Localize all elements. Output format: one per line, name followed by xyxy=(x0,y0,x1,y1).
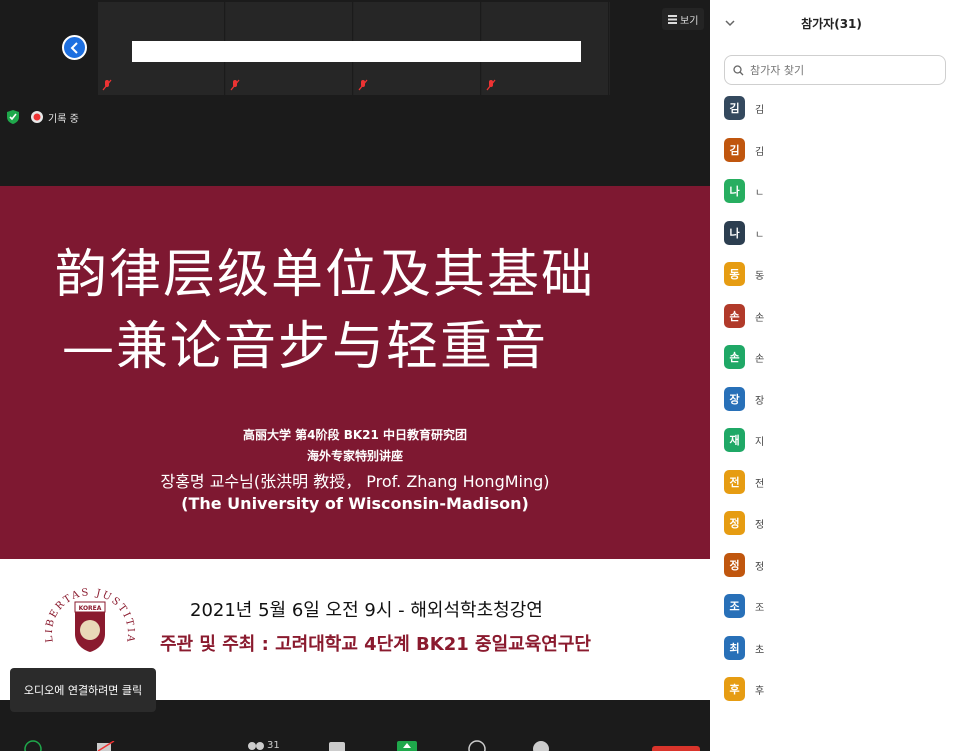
participant-row[interactable]: 나ㄴ xyxy=(724,179,764,221)
shared-slide: 韵律层级单位及其基础 —兼论音步与轻重音 高丽大学 第4阶段 BK21 中日教育… xyxy=(0,186,710,700)
svg-text:KOREA: KOREA xyxy=(79,605,102,612)
participant-name: 후 xyxy=(755,686,765,697)
status-bar: 기록 중 xyxy=(6,109,79,125)
mic-off-icon xyxy=(486,79,496,91)
search-icon xyxy=(733,64,744,75)
avatar: 정 xyxy=(724,511,745,535)
redacted-bar xyxy=(132,41,581,62)
recording-indicator[interactable]: 기록 중 xyxy=(30,110,79,125)
view-button[interactable]: 보기 xyxy=(662,8,705,30)
participant-row[interactable]: 나ㄴ xyxy=(724,220,765,263)
grid-view-icon xyxy=(668,14,677,24)
slide-subtitle1: 高丽大学 第4阶段 BK21 中日教育研究团 xyxy=(242,428,468,442)
meeting-main-area: 보기 기록 중 韵律层级单位及其基础 —兼论音步与轻重音 高丽大学 第4阶段 B… xyxy=(0,0,710,751)
participants-panel: 참가자(31) 김김김김나ㄴ나ㄴ동동손손손손장장재지전전정정정정조조최초후후 xyxy=(710,0,953,751)
slide-title-area: 韵律层级单位及其基础 —兼论音步与轻重音 高丽大学 第4阶段 BK21 中日教育… xyxy=(0,186,710,559)
participant-row[interactable]: 손손 xyxy=(724,303,765,346)
back-button[interactable] xyxy=(62,35,87,60)
slide-title-line2: —兼论音步与轻重音 xyxy=(61,317,548,377)
event-host: 주관 및 주최 : 고려대학교 4단계 BK21 중일교육연구단 xyxy=(160,630,591,656)
search-input[interactable] xyxy=(748,62,932,78)
slide-affiliation: (The University of Wisconsin-Madison) xyxy=(181,494,529,513)
participant-row[interactable]: 김김 xyxy=(724,96,764,138)
recording-label: 기록 중 xyxy=(48,113,79,125)
mic-off-icon xyxy=(102,79,112,91)
share-screen-icon[interactable] xyxy=(397,740,417,751)
participant-list: 김김김김나ㄴ나ㄴ동동손손손손장장재지전전정정정정조조최초후후 xyxy=(724,96,764,719)
host-name: 고려대학교 4단계 BK21 중일교육연구단 xyxy=(275,634,591,655)
participant-name: 장 xyxy=(755,395,765,407)
participant-name: 초 xyxy=(755,644,765,656)
audio-tooltip: 오디오에 연결하려면 클릭 xyxy=(10,668,156,712)
university-seal-logo: LIBERTAS JUSTITIA VERITAS KOREA xyxy=(45,572,134,652)
avatar: 재 xyxy=(724,428,745,452)
avatar: 김 xyxy=(724,96,745,120)
event-date: 2021년 5월 6일 오전 9시 - 해외석학초청강연 xyxy=(190,600,543,621)
avatar: 나 xyxy=(724,179,745,203)
participant-name: 손 xyxy=(755,312,765,324)
audio-icon[interactable] xyxy=(24,739,42,751)
panel-header: 참가자(31) xyxy=(710,0,953,45)
participant-row[interactable]: 조조 xyxy=(724,594,764,636)
participant-row[interactable]: 동동 xyxy=(724,262,764,304)
participant-name: ㄴ xyxy=(755,229,765,241)
chat-icon[interactable] xyxy=(329,741,345,751)
mic-off-icon xyxy=(358,79,368,91)
slide-title-line1: 韵律层级单位及其基础 xyxy=(54,245,595,305)
avatar: 정 xyxy=(724,552,745,577)
avatar: 조 xyxy=(724,594,745,618)
participant-row[interactable]: 후후 xyxy=(724,677,764,719)
participant-row[interactable]: 장장 xyxy=(724,386,765,429)
mic-off-icon xyxy=(230,79,240,91)
record-button-icon[interactable] xyxy=(468,740,486,751)
participant-row[interactable]: 손손 xyxy=(724,345,764,387)
host-prefix: 주관 및 주최 : xyxy=(160,634,276,655)
participant-row[interactable]: 최초 xyxy=(724,635,765,678)
participants-icon[interactable] xyxy=(246,741,266,751)
participant-name: 김 xyxy=(755,105,765,116)
end-meeting-button[interactable] xyxy=(652,746,700,751)
slide-subtitle2: 海外专家特别讲座 xyxy=(306,449,403,463)
avatar: 최 xyxy=(724,635,745,660)
participant-count: 31 xyxy=(267,740,280,751)
avatar: 나 xyxy=(724,220,745,245)
participant-row[interactable]: 정정 xyxy=(724,511,764,553)
participant-row[interactable]: 김김 xyxy=(724,137,765,180)
participant-name: 조 xyxy=(755,603,765,614)
avatar: 장 xyxy=(724,386,745,411)
participant-row[interactable]: 정정 xyxy=(724,552,765,595)
participant-name: ㄴ xyxy=(755,188,765,199)
panel-title: 참가자(31) xyxy=(801,17,862,31)
participant-name: 김 xyxy=(755,146,765,158)
record-icon xyxy=(31,111,43,123)
shield-icon[interactable] xyxy=(6,109,20,125)
participant-row[interactable]: 재지 xyxy=(724,428,764,470)
participant-name: 손 xyxy=(755,354,765,365)
avatar: 손 xyxy=(724,303,745,328)
participant-name: 동 xyxy=(755,271,765,282)
avatar: 손 xyxy=(724,345,745,369)
avatar: 전 xyxy=(724,469,745,494)
participant-name: 정 xyxy=(755,561,765,573)
slide-presenter: 장홍명 교수님(张洪明 教授， Prof. Zhang HongMing) xyxy=(160,472,550,491)
avatar: 동 xyxy=(724,262,745,286)
participant-name: 정 xyxy=(755,520,765,531)
participant-name: 전 xyxy=(755,478,765,490)
avatar: 김 xyxy=(724,137,745,162)
avatar: 후 xyxy=(724,677,745,701)
participant-row[interactable]: 전전 xyxy=(724,469,765,512)
participant-search[interactable] xyxy=(724,55,946,85)
reactions-icon[interactable] xyxy=(532,739,550,751)
view-label: 보기 xyxy=(680,15,699,27)
participant-name: 지 xyxy=(755,437,765,448)
video-off-icon[interactable] xyxy=(96,741,118,751)
chevron-left-icon xyxy=(70,41,78,54)
